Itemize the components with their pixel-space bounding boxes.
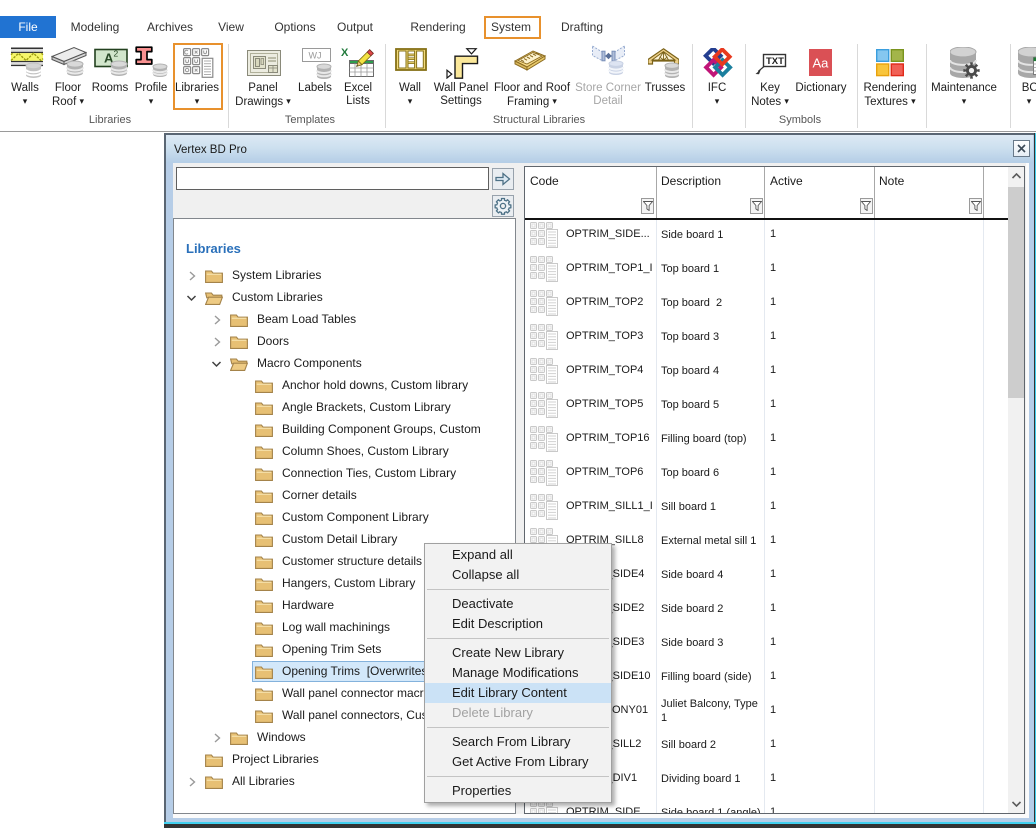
svg-text:X: X — [341, 47, 349, 59]
svg-text:2: 2 — [114, 49, 119, 59]
svg-text:Aa: Aa — [813, 56, 830, 71]
svg-text:WJ: WJ — [309, 51, 322, 61]
svg-text:TXT: TXT — [766, 56, 784, 67]
